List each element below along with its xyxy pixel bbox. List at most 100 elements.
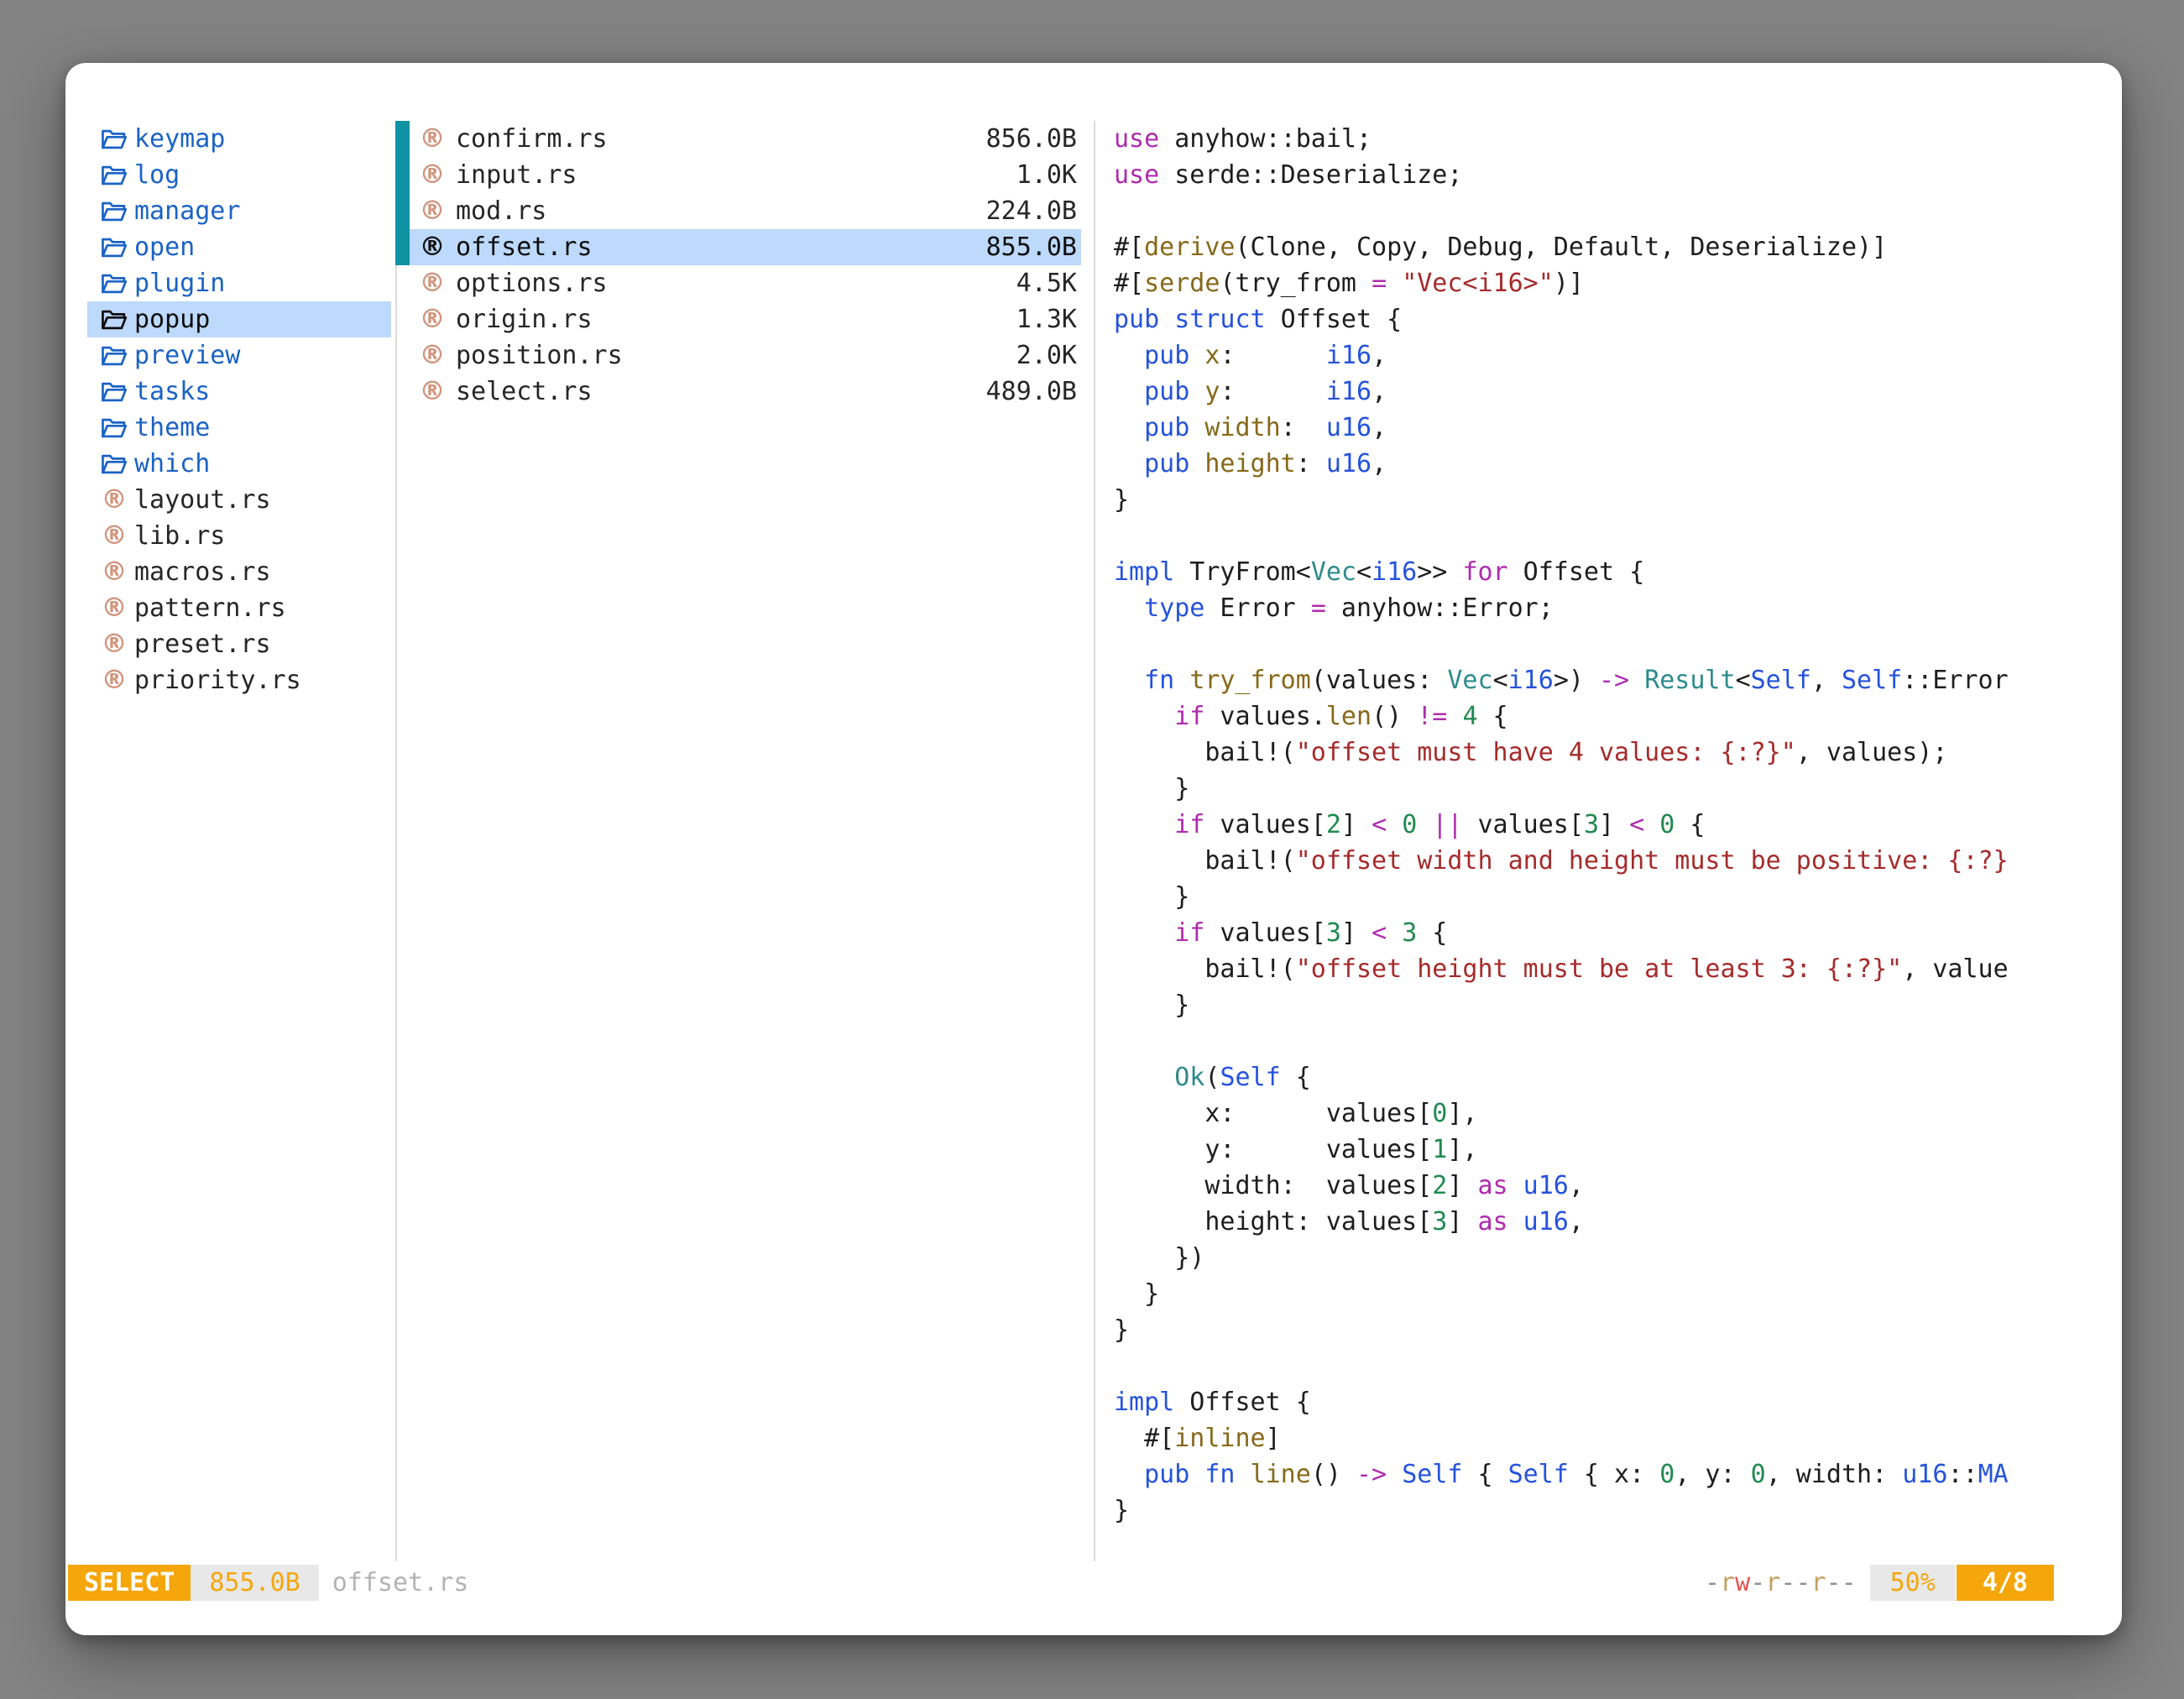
parent-item-which[interactable]: which — [87, 446, 391, 482]
parent-item-plugin[interactable]: plugin — [87, 265, 391, 301]
parent-item-manager[interactable]: manager — [87, 193, 391, 229]
file-row-origin.rs[interactable]: ® origin.rs 1.3K — [395, 301, 1081, 337]
selection-marker-bar — [395, 157, 410, 193]
file-size: 2.0K — [1016, 337, 1077, 374]
file-row-confirm.rs[interactable]: ® confirm.rs 856.0B — [395, 121, 1081, 157]
permission-char: - — [1795, 1568, 1810, 1597]
item-label: pattern.rs — [134, 590, 286, 626]
code-line: #[derive(Clone, Copy, Debug, Default, De… — [1114, 229, 2046, 265]
code-line: impl Offset { — [1114, 1384, 2046, 1420]
file-size: 4.5K — [1016, 265, 1077, 301]
file-permissions: -rw-r--r-- — [1705, 1568, 1857, 1597]
item-label: plugin — [134, 265, 225, 301]
code-line: #[inline] — [1114, 1420, 2046, 1456]
selection-marker-bar — [395, 229, 410, 265]
code-line: } — [1114, 482, 2046, 518]
parent-item-macros.rs[interactable]: ® macros.rs — [87, 554, 391, 590]
selection-marker-bar — [395, 121, 410, 157]
code-line: use anyhow::bail; — [1114, 121, 2046, 157]
rust-file-icon: ® — [419, 337, 446, 374]
parent-item-layout.rs[interactable]: ® layout.rs — [87, 482, 391, 518]
code-line: bail!("offset height must be at least 3:… — [1114, 951, 2046, 987]
code-line — [1114, 626, 2046, 662]
rust-file-icon: ® — [419, 193, 446, 229]
item-label: which — [134, 446, 210, 482]
parent-item-theme[interactable]: theme — [87, 410, 391, 446]
code-line: if values[2] < 0 || values[3] < 0 { — [1114, 807, 2046, 843]
permission-char: w — [1735, 1568, 1750, 1597]
permission-char: - — [1842, 1568, 1857, 1597]
code-line: bail!("offset width and height must be p… — [1114, 843, 2046, 879]
parent-item-pattern.rs[interactable]: ® pattern.rs — [87, 590, 391, 626]
rust-file-icon: ® — [419, 229, 446, 265]
code-line: pub width: u16, — [1114, 410, 2046, 446]
file-size: 489.0B — [986, 374, 1077, 410]
scroll-percent-chip: 50% — [1870, 1565, 1956, 1601]
code-line: pub height: u16, — [1114, 446, 2046, 482]
code-line: } — [1114, 1276, 2046, 1312]
code-line: pub struct Offset { — [1114, 301, 2046, 337]
parent-item-log[interactable]: log — [87, 157, 391, 193]
selection-marker-bar — [395, 301, 410, 337]
code-line: if values.len() != 4 { — [1114, 698, 2046, 734]
code-line: bail!("offset must have 4 values: {:?}",… — [1114, 734, 2046, 771]
parent-item-tasks[interactable]: tasks — [87, 374, 391, 410]
rust-file-icon: ® — [101, 662, 128, 698]
file-row-input.rs[interactable]: ® input.rs 1.0K — [395, 157, 1081, 193]
folder-icon — [101, 380, 128, 404]
file-row-select.rs[interactable]: ® select.rs 489.0B — [395, 374, 1081, 410]
parent-pane: keymap log manager — [87, 121, 391, 698]
item-label: preview — [134, 337, 240, 374]
file-size: 1.3K — [1016, 301, 1077, 337]
file-row-position.rs[interactable]: ® position.rs 2.0K — [395, 337, 1081, 374]
code-preview-pane[interactable]: use anyhow::bail;use serde::Deserialize;… — [1114, 121, 2046, 1529]
selection-marker-bar — [395, 374, 410, 410]
code-line: #[serde(try_from = "Vec<i16>")] — [1114, 265, 2046, 301]
parent-item-popup[interactable]: popup — [87, 301, 391, 337]
code-line: fn try_from(values: Vec<i16>) -> Result<… — [1114, 662, 2046, 698]
item-label: keymap — [134, 121, 225, 157]
code-line — [1114, 1348, 2046, 1384]
folder-icon — [101, 128, 128, 151]
code-line: } — [1114, 771, 2046, 807]
permission-char: - — [1750, 1568, 1765, 1597]
file-name: origin.rs — [456, 301, 593, 337]
rust-file-icon: ® — [101, 590, 128, 626]
permission-char: r — [1765, 1568, 1780, 1597]
parent-item-keymap[interactable]: keymap — [87, 121, 391, 157]
parent-item-lib.rs[interactable]: ® lib.rs — [87, 518, 391, 554]
folder-icon — [101, 164, 128, 187]
file-size: 855.0B — [986, 229, 1077, 265]
code-line: if values[3] < 3 { — [1114, 915, 2046, 951]
item-label: popup — [134, 301, 210, 337]
file-row-mod.rs[interactable]: ® mod.rs 224.0B — [395, 193, 1081, 229]
code-line — [1114, 193, 2046, 229]
parent-item-priority.rs[interactable]: ® priority.rs — [87, 662, 391, 698]
file-name: confirm.rs — [456, 121, 608, 157]
status-bar: SELECT 855.0B offset.rs -rw-r--r-- 50% 4… — [68, 1565, 2054, 1601]
current-pane: ® confirm.rs 856.0B ® input.rs 1.0K ® mo… — [395, 121, 1081, 410]
parent-item-preview[interactable]: preview — [87, 337, 391, 374]
permission-char: r — [1810, 1568, 1826, 1597]
file-size: 856.0B — [986, 121, 1077, 157]
file-name: offset.rs — [456, 229, 593, 265]
folder-icon — [101, 308, 128, 332]
rust-file-icon: ® — [101, 554, 128, 590]
file-name: select.rs — [456, 374, 593, 410]
parent-item-preset.rs[interactable]: ® preset.rs — [87, 626, 391, 662]
selection-marker-bar — [395, 337, 410, 374]
parent-item-open[interactable]: open — [87, 229, 391, 265]
code-line: } — [1114, 987, 2046, 1023]
file-row-offset.rs[interactable]: ® offset.rs 855.0B — [395, 229, 1081, 265]
code-line: impl TryFrom<Vec<i16>> for Offset { — [1114, 554, 2046, 590]
pane-separator-right — [1094, 121, 1095, 1561]
item-label: priority.rs — [134, 662, 301, 698]
rust-file-icon: ® — [419, 301, 446, 337]
rust-file-icon: ® — [101, 518, 128, 554]
file-name: options.rs — [456, 265, 608, 301]
folder-icon — [101, 344, 128, 368]
desktop: { "app": { "name": "yazi file manager" }… — [0, 0, 2184, 1699]
file-row-options.rs[interactable]: ® options.rs 4.5K — [395, 265, 1081, 301]
code-line — [1114, 518, 2046, 554]
file-size-chip: 855.0B — [191, 1565, 318, 1601]
